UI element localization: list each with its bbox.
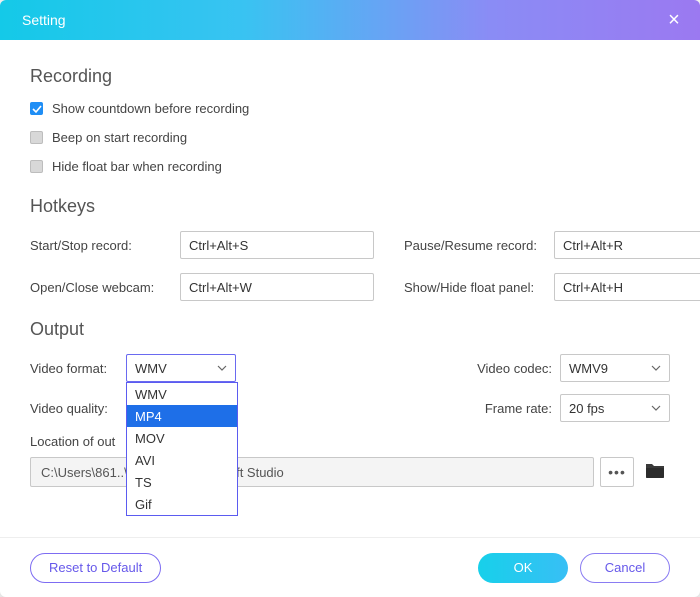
output-row-1: Video format: WMV WMV MP4 MOV AVI TS Gif — [30, 354, 670, 382]
footer: Reset to Default OK Cancel — [0, 537, 700, 597]
recording-header: Recording — [30, 66, 670, 87]
dropdown-item[interactable]: MP4 — [127, 405, 237, 427]
hotkey-label: Open/Close webcam: — [30, 280, 180, 295]
hotkey-label: Show/Hide float panel: — [404, 280, 554, 295]
location-path-input[interactable] — [30, 457, 594, 487]
dropdown-item[interactable]: WMV — [127, 383, 237, 405]
button-label: Cancel — [605, 560, 645, 575]
combo-value: 20 fps — [569, 401, 651, 416]
checkbox-countdown[interactable]: Show countdown before recording — [30, 101, 670, 116]
hotkey-label: Start/Stop record: — [30, 238, 180, 253]
chevron-down-icon — [217, 365, 227, 371]
hotkeys-header: Hotkeys — [30, 196, 670, 217]
hotkey-label: Pause/Resume record: — [404, 238, 554, 253]
checkbox-label: Hide float bar when recording — [52, 159, 222, 174]
hotkey-webcam: Open/Close webcam: — [30, 273, 374, 301]
hotkey-float-panel: Show/Hide float panel: — [404, 273, 700, 301]
browse-button[interactable]: ••• — [600, 457, 634, 487]
dropdown-item[interactable]: AVI — [127, 449, 237, 471]
video-format-dropdown: WMV MP4 MOV AVI TS Gif — [126, 382, 238, 516]
check-icon — [30, 102, 43, 115]
ellipsis-icon: ••• — [608, 464, 626, 480]
video-format-label: Video format: — [30, 361, 126, 376]
checkbox-label: Beep on start recording — [52, 130, 187, 145]
dropdown-item[interactable]: MOV — [127, 427, 237, 449]
button-label: OK — [514, 560, 533, 575]
settings-window: Setting × Recording Show countdown befor… — [0, 0, 700, 597]
output-header: Output — [30, 319, 670, 340]
checkbox-hide-floatbar[interactable]: Hide float bar when recording — [30, 159, 670, 174]
video-format-combo[interactable]: WMV WMV MP4 MOV AVI TS Gif — [126, 354, 236, 382]
checkbox-label: Show countdown before recording — [52, 101, 249, 116]
hotkey-input-webcam[interactable] — [180, 273, 374, 301]
close-icon[interactable]: × — [664, 10, 684, 30]
hotkey-pause-resume: Pause/Resume record: — [404, 231, 700, 259]
window-title: Setting — [22, 12, 664, 28]
reset-button[interactable]: Reset to Default — [30, 553, 161, 583]
frame-rate-label: Frame rate: — [462, 401, 552, 416]
checkbox-beep[interactable]: Beep on start recording — [30, 130, 670, 145]
hotkey-input-pause-resume[interactable] — [554, 231, 700, 259]
hotkey-input-float-panel[interactable] — [554, 273, 700, 301]
hotkey-input-start-stop[interactable] — [180, 231, 374, 259]
hotkeys-grid: Start/Stop record: Pause/Resume record: … — [30, 231, 670, 301]
video-codec-label: Video codec: — [462, 361, 552, 376]
combo-value: WMV9 — [569, 361, 651, 376]
video-codec-combo[interactable]: WMV9 — [560, 354, 670, 382]
frame-rate-combo[interactable]: 20 fps — [560, 394, 670, 422]
combo-value: WMV — [135, 361, 217, 376]
button-label: Reset to Default — [49, 560, 142, 575]
check-icon — [30, 131, 43, 144]
folder-icon — [644, 461, 666, 484]
hotkey-start-stop: Start/Stop record: — [30, 231, 374, 259]
video-quality-label: Video quality: — [30, 401, 126, 416]
cancel-button[interactable]: Cancel — [580, 553, 670, 583]
chevron-down-icon — [651, 365, 661, 371]
open-folder-button[interactable] — [640, 457, 670, 487]
dropdown-item[interactable]: TS — [127, 471, 237, 493]
check-icon — [30, 160, 43, 173]
chevron-down-icon — [651, 405, 661, 411]
titlebar: Setting × — [0, 0, 700, 40]
content: Recording Show countdown before recordin… — [0, 40, 700, 487]
dropdown-item[interactable]: Gif — [127, 493, 237, 515]
ok-button[interactable]: OK — [478, 553, 568, 583]
